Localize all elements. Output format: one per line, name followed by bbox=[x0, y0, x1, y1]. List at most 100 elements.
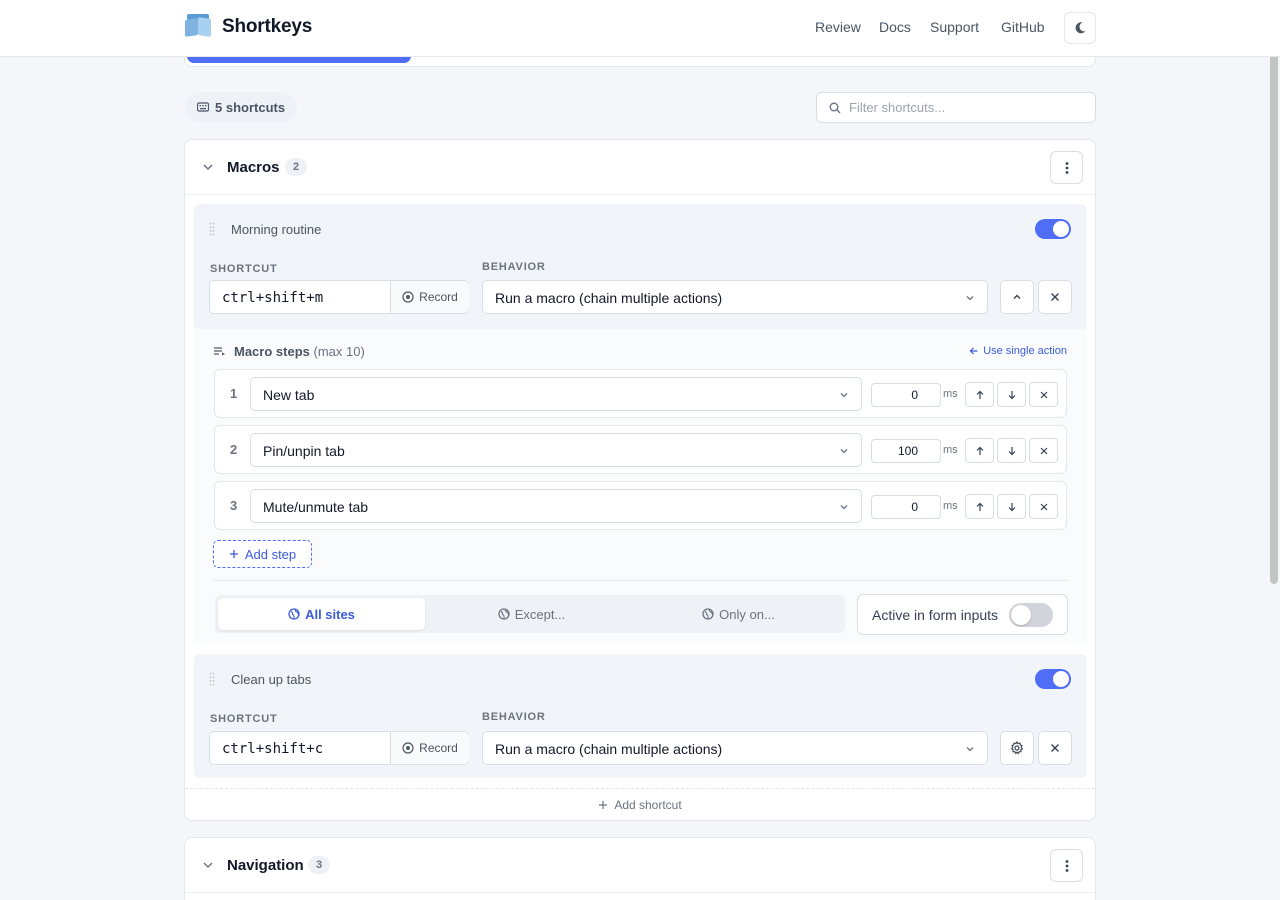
delete-shortcut-button[interactable] bbox=[1038, 731, 1072, 765]
delete-shortcut-button[interactable] bbox=[1038, 280, 1072, 314]
search-icon bbox=[829, 102, 841, 113]
delay-unit: ms bbox=[943, 500, 958, 512]
arrow-down-icon bbox=[1008, 446, 1015, 455]
group-navigation: Navigation 3 bbox=[184, 837, 1096, 900]
close-icon bbox=[1040, 503, 1047, 510]
shortcut-name[interactable]: Morning routine bbox=[231, 222, 321, 237]
macro-step: 2 Pin/unpin tab 100 ms bbox=[214, 425, 1067, 474]
group-header[interactable]: Macros 2 bbox=[185, 140, 1095, 195]
filter-box bbox=[816, 92, 1096, 123]
record-button[interactable]: Record bbox=[390, 281, 469, 313]
move-up-button[interactable] bbox=[965, 494, 994, 519]
shortcut-key-field[interactable]: ctrl+shift+m Record bbox=[209, 280, 469, 314]
shortcut-card: Morning routine SHORTCUT BEHAVIOR ctrl+s… bbox=[194, 204, 1087, 331]
shortcut-enabled-toggle[interactable] bbox=[1035, 669, 1071, 689]
group-menu-button[interactable] bbox=[1050, 151, 1083, 184]
move-down-button[interactable] bbox=[997, 382, 1026, 407]
shortcut-keys: ctrl+shift+m bbox=[222, 290, 324, 306]
more-vertical-icon bbox=[1065, 161, 1068, 174]
macro-step: 1 New tab 0 ms bbox=[214, 369, 1067, 418]
gear-icon bbox=[1010, 741, 1024, 755]
keyboard-logo-icon bbox=[184, 14, 214, 40]
close-icon bbox=[1051, 293, 1059, 301]
settings-button[interactable] bbox=[1000, 731, 1034, 765]
shortcut-enabled-toggle[interactable] bbox=[1035, 219, 1071, 239]
collapse-button[interactable] bbox=[1000, 280, 1034, 314]
arrow-up-icon bbox=[976, 446, 983, 455]
app-header: Shortkeys Review Docs Support GitHub bbox=[0, 0, 1280, 57]
step-delay-input[interactable]: 0 bbox=[871, 383, 941, 407]
globe-icon bbox=[288, 608, 300, 620]
drag-handle-icon[interactable] bbox=[209, 222, 215, 236]
close-icon bbox=[1040, 447, 1047, 454]
divider bbox=[213, 580, 1068, 581]
step-delay-input[interactable]: 0 bbox=[871, 495, 941, 519]
add-shortcut-button[interactable]: Add shortcut bbox=[185, 788, 1095, 820]
group-header[interactable]: Navigation 3 bbox=[185, 838, 1095, 893]
move-up-button[interactable] bbox=[965, 382, 994, 407]
shortcut-label: SHORTCUT bbox=[210, 263, 278, 275]
nav-github[interactable]: GitHub bbox=[1001, 19, 1045, 35]
use-single-action-link[interactable]: Use single action bbox=[969, 345, 1067, 357]
shortcut-keys: ctrl+shift+c bbox=[222, 741, 324, 757]
theme-toggle-button[interactable] bbox=[1064, 12, 1096, 44]
close-icon bbox=[1051, 744, 1059, 752]
move-up-button[interactable] bbox=[965, 438, 994, 463]
group-count-badge: 2 bbox=[285, 158, 307, 176]
step-action-select[interactable]: Pin/unpin tab bbox=[250, 433, 862, 467]
delay-unit: ms bbox=[943, 388, 958, 400]
drag-handle-icon[interactable] bbox=[209, 672, 215, 686]
nav-support[interactable]: Support bbox=[930, 19, 979, 35]
chevron-down-icon bbox=[966, 747, 974, 752]
shortcut-label: SHORTCUT bbox=[210, 713, 278, 725]
scope-except[interactable]: Except... bbox=[428, 598, 635, 630]
arrow-down-icon bbox=[1008, 502, 1015, 511]
arrow-left-icon bbox=[969, 347, 978, 355]
add-step-button[interactable]: Add step bbox=[213, 540, 312, 568]
behavior-select[interactable]: Run a macro (chain multiple actions) bbox=[482, 731, 988, 765]
step-number: 3 bbox=[230, 498, 238, 513]
behavior-label: BEHAVIOR bbox=[482, 261, 546, 273]
list-icon bbox=[214, 347, 225, 356]
remove-step-button[interactable] bbox=[1029, 382, 1058, 407]
shortcut-count-label: 5 shortcuts bbox=[215, 99, 286, 115]
previous-primary-button[interactable] bbox=[187, 56, 411, 63]
remove-step-button[interactable] bbox=[1029, 494, 1058, 519]
group-title: Macros bbox=[227, 159, 280, 176]
brand-name: Shortkeys bbox=[222, 16, 313, 37]
shortcut-key-field[interactable]: ctrl+shift+c Record bbox=[209, 731, 469, 765]
scope-all-sites[interactable]: All sites bbox=[218, 598, 425, 630]
behavior-select[interactable]: Run a macro (chain multiple actions) bbox=[482, 280, 988, 314]
move-down-button[interactable] bbox=[997, 494, 1026, 519]
step-action-select[interactable]: Mute/unmute tab bbox=[250, 489, 862, 523]
brand[interactable]: Shortkeys bbox=[184, 14, 312, 40]
record-button[interactable]: Record bbox=[390, 732, 469, 764]
step-action-select[interactable]: New tab bbox=[250, 377, 862, 411]
move-down-button[interactable] bbox=[997, 438, 1026, 463]
plus-icon bbox=[229, 550, 238, 558]
nav-docs[interactable]: Docs bbox=[879, 19, 911, 35]
step-number: 1 bbox=[230, 386, 238, 401]
form-inputs-toggle[interactable] bbox=[1009, 603, 1053, 627]
shortcut-name[interactable]: Clean up tabs bbox=[231, 672, 311, 687]
group-macros: Macros 2 Morning routine SHORTCUT BEHAVI… bbox=[184, 139, 1096, 821]
chevron-down-icon bbox=[840, 449, 848, 454]
filter-input[interactable] bbox=[849, 100, 1079, 115]
chevron-down-icon bbox=[966, 296, 974, 301]
macro-step: 3 Mute/unmute tab 0 ms bbox=[214, 481, 1067, 530]
scope-only-on[interactable]: Only on... bbox=[635, 598, 842, 630]
group-menu-button[interactable] bbox=[1050, 849, 1083, 882]
step-delay-input[interactable]: 100 bbox=[871, 439, 941, 463]
remove-step-button[interactable] bbox=[1029, 438, 1058, 463]
shortcut-count-badge: 5 shortcuts bbox=[185, 92, 298, 122]
nav-review[interactable]: Review bbox=[815, 19, 861, 35]
chevron-down-icon[interactable] bbox=[201, 160, 215, 174]
record-icon bbox=[402, 742, 414, 754]
group-title: Navigation bbox=[227, 857, 304, 874]
chevron-up-icon bbox=[1013, 294, 1021, 299]
chevron-down-icon[interactable] bbox=[201, 858, 215, 872]
page-scrollbar[interactable] bbox=[1270, 38, 1278, 584]
chevron-down-icon bbox=[840, 393, 848, 398]
delay-unit: ms bbox=[943, 444, 958, 456]
step-number: 2 bbox=[230, 442, 238, 457]
